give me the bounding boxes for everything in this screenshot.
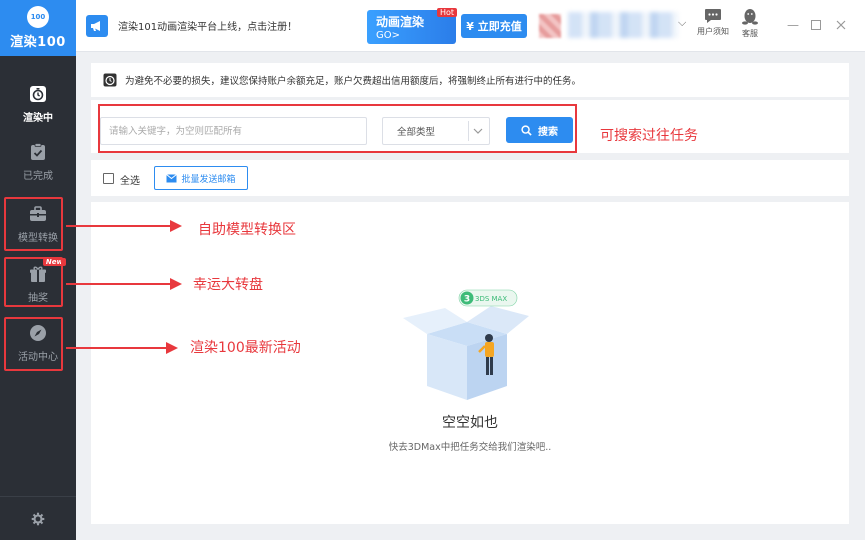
logo-badge: 100 [27, 6, 49, 28]
megaphone-icon [86, 15, 108, 37]
empty-title: 空空如也 [442, 415, 498, 431]
annotation-search: 可搜索过往任务 [600, 128, 698, 144]
chat-icon [705, 9, 721, 23]
promo-subtitle: GO> [376, 30, 400, 41]
minimize-button[interactable]: — [784, 16, 802, 34]
annotation-lottery: 幸运大转盘 [193, 277, 263, 293]
annotation-activity: 渲染100最新活动 [190, 340, 301, 356]
hot-badge: Hot [436, 8, 457, 17]
select-all-checkbox[interactable] [103, 173, 114, 184]
3dsmax-badge-text: 3DS MAX [475, 295, 507, 303]
task-list-area: 3 3DS MAX 空空如也 快去3DMax中把任务交给我们渲染吧.. [91, 202, 849, 524]
gear-icon [31, 512, 45, 525]
maximize-button[interactable] [807, 16, 825, 34]
annotation-box-lottery [4, 257, 63, 307]
annotation-box-search [98, 104, 577, 153]
service-label: 客服 [742, 29, 758, 38]
select-all-label: 全选 [120, 176, 140, 187]
clock-icon [103, 73, 117, 87]
sidebar-item-rendering[interactable]: 渲染中 [0, 78, 76, 130]
maximize-icon [811, 20, 821, 30]
annotation-arrow-convert [66, 220, 182, 232]
close-button[interactable] [832, 16, 850, 34]
user-notice-label: 用户须知 [697, 27, 729, 36]
sidebar: 100 渲染100 渲染中 已完成 模型转换 抽奖 New 活动中心 [0, 0, 76, 540]
avatar[interactable] [539, 14, 561, 38]
annotation-arrow-activity [66, 342, 178, 354]
logo-text: 渲染100 [10, 35, 66, 50]
empty-box-illustration: 3 3DS MAX [403, 289, 529, 400]
envelope-icon [166, 173, 178, 182]
settings-button[interactable] [0, 496, 76, 540]
customer-service-button[interactable]: 客服 [730, 8, 770, 39]
announcement-link[interactable]: 渲染101动画渲染平台上线，点击注册！ [118, 18, 297, 33]
task-toolbar: 全选 批量发送邮箱 [91, 160, 849, 196]
svg-text:3: 3 [464, 295, 470, 305]
recharge-button[interactable]: ¥ 立即充值 [461, 14, 527, 38]
bulk-email-button[interactable]: 批量发送邮箱 [154, 166, 248, 190]
penguin-icon [742, 9, 758, 25]
annotation-convert: 自助模型转换区 [198, 222, 296, 238]
sidebar-item-label: 已完成 [23, 171, 53, 182]
annotation-arrow-lottery [66, 278, 182, 290]
empty-subtitle: 快去3DMax中把任务交给我们渲染吧.. [388, 442, 552, 453]
sidebar-item-completed[interactable]: 已完成 [0, 136, 76, 188]
sidebar-item-label: 渲染中 [23, 113, 53, 124]
stopwatch-icon [30, 86, 46, 102]
app-logo: 100 渲染100 [0, 0, 76, 56]
balance-notice: 为避免不必要的损失，建议您保持账户余额充足，账户欠费超出信用额度后，将强制终止所… [91, 63, 849, 97]
bulk-email-label: 批量发送邮箱 [181, 174, 236, 185]
annotation-box-convert [4, 197, 63, 251]
animation-render-promo[interactable]: 动画渲染 GO> Hot [367, 8, 457, 44]
user-notice-button[interactable]: 用户须知 [693, 8, 733, 37]
clipboard-check-icon [31, 143, 45, 160]
header-bar: 渲染101动画渲染平台上线，点击注册！ 动画渲染 GO> Hot ¥ 立即充值 … [76, 0, 865, 52]
annotation-box-activity [4, 317, 63, 371]
close-icon [836, 20, 846, 30]
chevron-down-icon[interactable]: ⌵ [678, 16, 686, 30]
username-blurred[interactable] [568, 12, 678, 38]
notice-text: 为避免不必要的损失，建议您保持账户余额充足，账户欠费超出信用额度后，将强制终止所… [125, 76, 582, 87]
